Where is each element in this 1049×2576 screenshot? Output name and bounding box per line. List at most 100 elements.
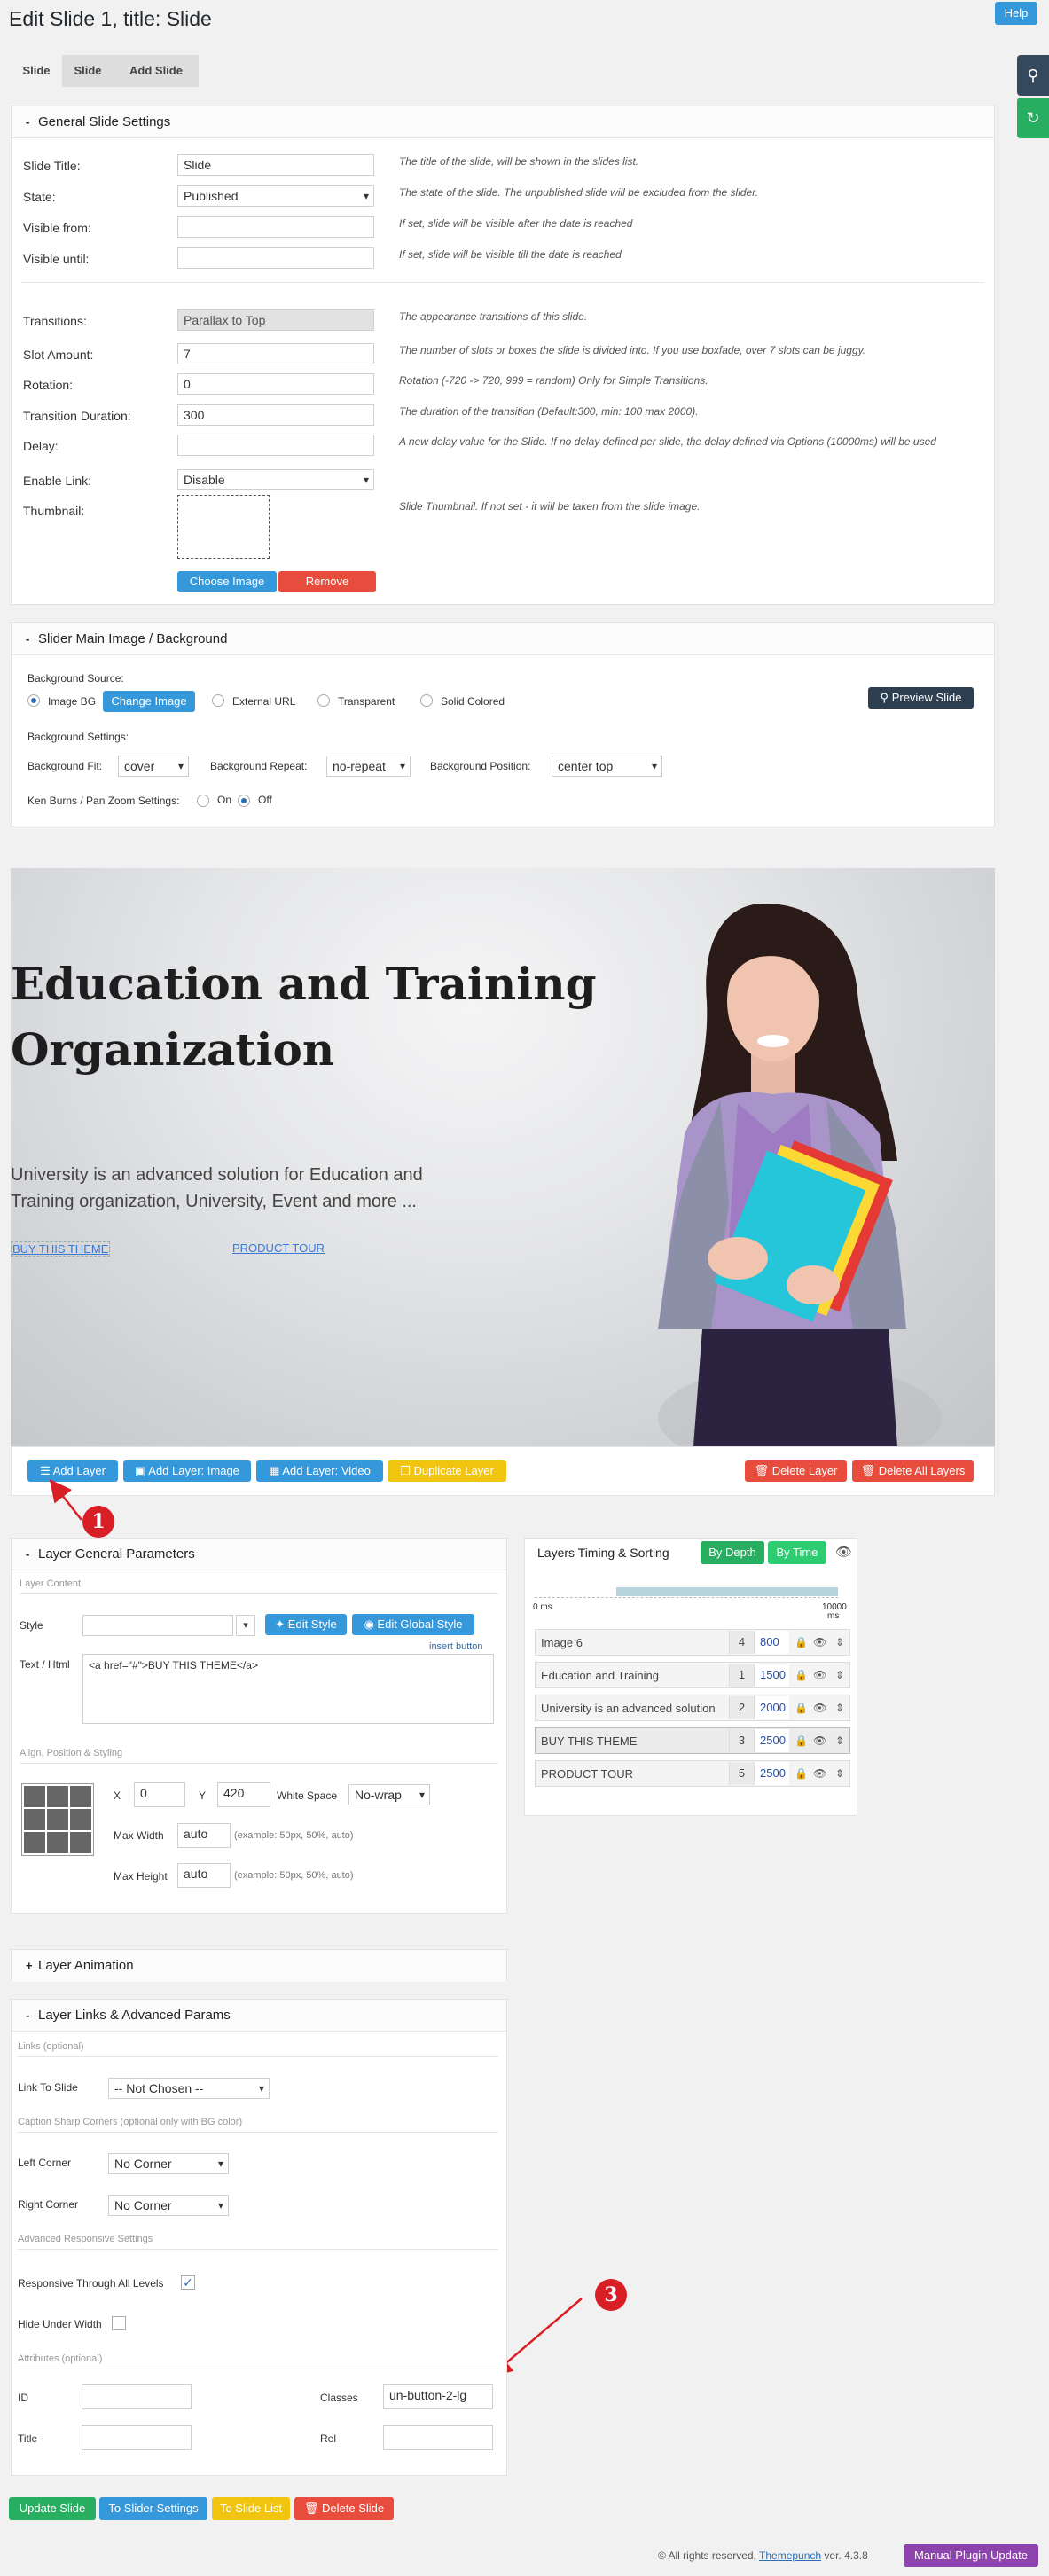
sort-handle-icon[interactable]: ⇕ [835,1702,844,1714]
max-width-input[interactable]: auto [177,1823,231,1848]
layer-row-name: Education and Training [541,1669,659,1682]
sort-handle-icon[interactable]: ⇕ [835,1767,844,1780]
corners-section-label: Caption Sharp Corners (optional only wit… [18,2117,243,2127]
layer-row-depth[interactable]: 3 [729,1729,754,1752]
globe-icon: ◉ [364,1617,378,1631]
callout-1: 1 [82,1506,114,1538]
layer-row-name: BUY THIS THEME [541,1734,638,1748]
to-slider-settings-button[interactable]: To Slider Settings [99,2497,207,2520]
manual-plugin-update-button[interactable]: Manual Plugin Update [904,2544,1038,2567]
layer-row[interactable]: PRODUCT TOUR 5 2500 🔒 👁 ⇕ [535,1760,850,1787]
layer-row-depth[interactable]: 1 [729,1664,754,1687]
lock-icon[interactable]: 🔒 [795,1636,808,1648]
hide-under-width-checkbox[interactable] [112,2316,126,2330]
layer-animation-header[interactable]: + Layer Animation [12,1950,506,1982]
hide-under-width-label: Hide Under Width [18,2318,102,2330]
responsive-section-label: Advanced Responsive Settings [18,2234,153,2244]
title-input[interactable] [82,2425,192,2450]
layer-params-header[interactable]: - Layer General Parameters [12,1539,506,1570]
divider [18,2056,498,2057]
layer-row-time[interactable]: 800 [754,1631,789,1654]
style-dropdown-icon[interactable]: ▾ [236,1615,255,1636]
edit-global-label: Edit Global Style [377,1617,463,1631]
title-label: Title [18,2432,38,2445]
layer-row-name: PRODUCT TOUR [541,1767,634,1781]
layer-row[interactable]: University is an advanced solution 2 2000 🔒… [535,1695,850,1721]
to-slide-list-button[interactable]: To Slide List [212,2497,290,2520]
layer-params-title: Layer General Parameters [38,1546,195,1562]
layer-row-depth[interactable]: 4 [729,1631,754,1654]
sort-handle-icon[interactable]: ⇕ [835,1734,844,1747]
max-width-example: (example: 50px, 50%, auto) [234,1830,354,1841]
layer-row-depth[interactable]: 2 [729,1696,754,1719]
lock-icon[interactable]: 🔒 [795,1734,808,1747]
layer-row-time[interactable]: 2500 [754,1729,789,1752]
rel-input[interactable] [383,2425,493,2450]
by-time-button[interactable]: By Time [768,1541,826,1564]
x-input[interactable]: 0 [134,1782,185,1807]
classes-label: Classes [320,2392,358,2404]
right-corner-label: Right Corner [18,2198,79,2211]
layer-links-header[interactable]: - Layer Links & Advanced Params [12,2000,506,2032]
lock-icon[interactable]: 🔒 [795,1669,808,1681]
copyright-text: © All rights reserved, [658,2549,756,2562]
layer-row[interactable]: Education and Training 1 1500 🔒 👁 ⇕ [535,1662,850,1688]
layer-row-time[interactable]: 2000 [754,1696,789,1719]
layer-row-name: Image 6 [541,1636,583,1649]
layer-animation-title: Layer Animation [38,1958,134,1973]
update-slide-button[interactable]: Update Slide [9,2497,96,2520]
version-text: ver. 4.3.8 [824,2549,868,2562]
text-html-label: Text / Html [20,1658,70,1671]
timeline-start: 0 ms [533,1602,552,1612]
edit-style-button[interactable]: ✦ Edit Style [265,1614,347,1635]
delete-slide-button[interactable]: 🗑 Delete Slide [294,2497,394,2520]
timing-title: Layers Timing & Sorting [537,1546,669,1560]
white-space-select[interactable]: No-wrap [348,1784,430,1805]
layer-row-time[interactable]: 1500 [754,1664,789,1687]
max-height-label: Max Height [114,1870,168,1883]
eye-icon[interactable]: 👁 [813,1636,826,1648]
by-depth-button[interactable]: By Depth [701,1541,764,1564]
lock-icon[interactable]: 🔒 [795,1702,808,1714]
timeline-range[interactable] [616,1587,838,1596]
lock-icon[interactable]: 🔒 [795,1767,808,1780]
themepunch-link[interactable]: Themepunch [759,2549,821,2562]
max-height-example: (example: 50px, 50%, auto) [234,1870,354,1881]
layer-row-name: University is an advanced solution [541,1702,716,1715]
x-label: X [114,1789,121,1802]
layer-row-depth[interactable]: 5 [729,1762,754,1785]
id-input[interactable] [82,2384,192,2409]
id-label: ID [18,2392,28,2404]
link-to-slide-label: Link To Slide [18,2081,78,2094]
divider [20,1763,498,1764]
insert-button-link[interactable]: insert button [429,1641,483,1652]
rel-label: Rel [320,2432,337,2445]
edit-global-style-button[interactable]: ◉ Edit Global Style [352,1614,474,1635]
link-to-slide-select[interactable]: -- Not Chosen -- [108,2078,270,2099]
responsive-levels-label: Responsive Through All Levels [18,2277,164,2290]
eye-icon[interactable]: 👁 [813,1702,826,1714]
edit-style-label: Edit Style [287,1617,337,1631]
divider [18,2132,498,2133]
eye-icon[interactable]: 👁 [813,1734,826,1747]
callout-3: 3 [595,2279,627,2311]
sort-handle-icon[interactable]: ⇕ [835,1669,844,1681]
eye-icon[interactable]: 👁 [835,1544,852,1560]
eye-icon[interactable]: 👁 [813,1767,826,1780]
layer-row[interactable]: Image 6 4 800 🔒 👁 ⇕ [535,1629,850,1656]
responsive-levels-checkbox[interactable]: ✓ [181,2275,195,2290]
max-height-input[interactable]: auto [177,1863,231,1888]
left-corner-select[interactable]: No Corner [108,2153,229,2174]
eye-icon[interactable]: 👁 [813,1669,826,1681]
y-input[interactable]: 420 [217,1782,270,1807]
right-corner-select[interactable]: No Corner [108,2195,229,2216]
style-input[interactable] [82,1615,233,1636]
layer-row[interactable]: BUY THIS THEME 3 2500 🔒 👁 ⇕ [535,1727,850,1754]
classes-input[interactable]: un-button-2-lg [383,2384,493,2409]
white-space-label: White Space [277,1789,338,1802]
align-grid[interactable] [21,1783,94,1856]
layer-row-time[interactable]: 2500 [754,1762,789,1785]
max-width-label: Max Width [114,1829,164,1842]
sort-handle-icon[interactable]: ⇕ [835,1636,844,1648]
text-html-textarea[interactable]: <a href="#">BUY THIS THEME</a> [82,1654,494,1724]
